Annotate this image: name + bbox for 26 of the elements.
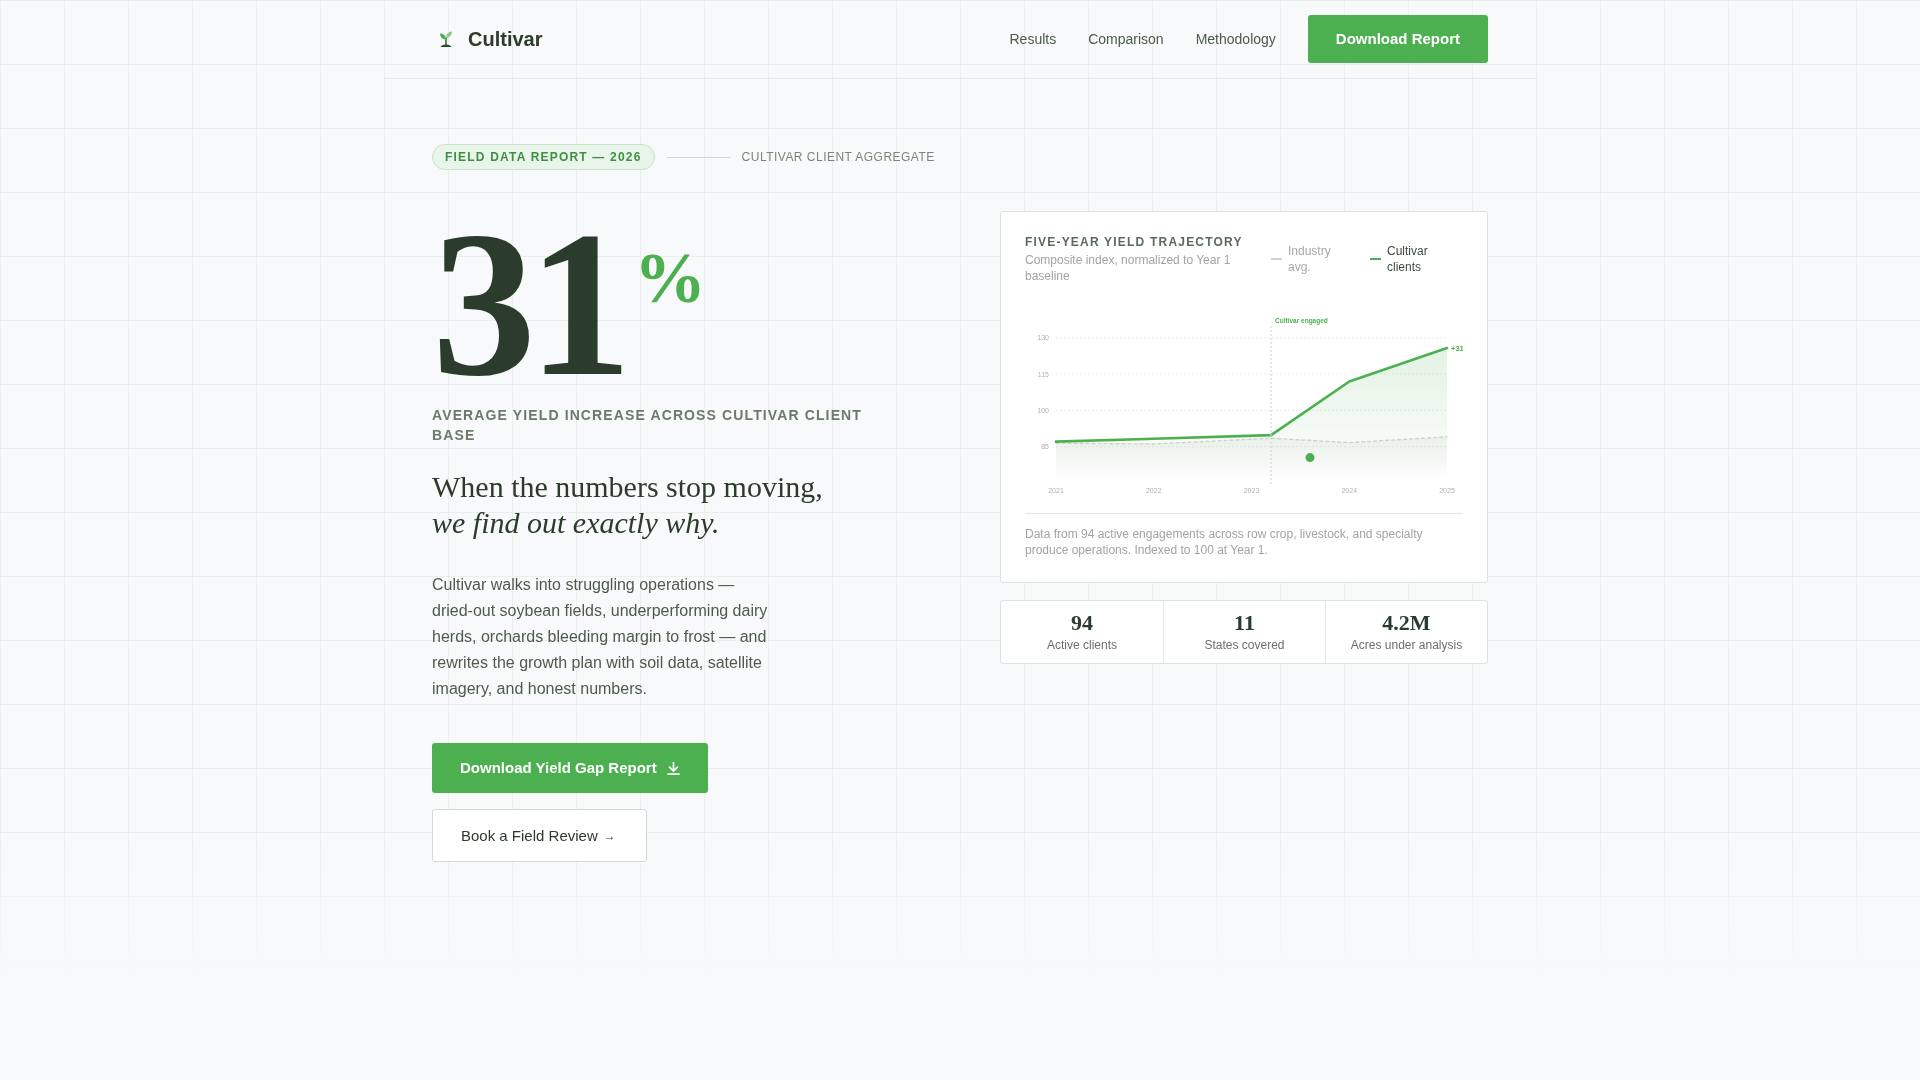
stat-number: 31 [432, 211, 624, 399]
report-tag: FIELD DATA REPORT — 2026 [432, 144, 655, 170]
chart-subtitle: Composite index, normalized to Year 1 baseline [1025, 253, 1232, 284]
chart-title: FIVE-YEAR YIELD TRAJECTORY [1025, 234, 1244, 250]
legend-label: Industry avg. [1288, 243, 1332, 275]
body-text: Cultivar walks into struggling operations — dried-out soybean fields, underperforming dairy herds, orchards bleeding margin to frost — and rewrites the growth plan with soil data, satellite imagery, and honest numbers. [432, 575, 769, 700]
download-icon [666, 761, 680, 775]
stat-unit: % [634, 242, 706, 314]
sprout-icon [439, 31, 453, 47]
nav-link[interactable]: Comparison [1088, 30, 1164, 48]
stat-label: States covered [1203, 637, 1286, 653]
nav-link[interactable]: Results [1009, 30, 1057, 48]
brand-link[interactable]: Cultivar [432, 27, 543, 51]
headline: When the numbers stop moving, we find out exactly why. [432, 469, 824, 542]
stat-value: 4.2M [1381, 611, 1432, 635]
nav-link[interactable]: Methodology [1195, 30, 1276, 48]
dot-icon [1305, 453, 1315, 463]
eyebrow-text: CULTIVAR CLIENT AGGREGATE [741, 149, 935, 166]
stat-value: 11 [1233, 611, 1256, 635]
chart-footnote: Data from 94 active engagements across row crop, livestock, and specialty produce operations. Indexed to 100 at Year 1. [1025, 526, 1424, 558]
stat-label: Active clients [1046, 637, 1118, 653]
stat-caption: AVERAGE YIELD INCREASE ACROSS CULTIVAR CLIENT BASE [432, 406, 863, 446]
stat-label: Acres under analysis [1349, 637, 1464, 653]
legend-label: Cultivar clients [1387, 243, 1429, 275]
book-review-button[interactable]: Book a Field Review → [432, 809, 647, 863]
stat-value: 94 [1070, 611, 1094, 635]
